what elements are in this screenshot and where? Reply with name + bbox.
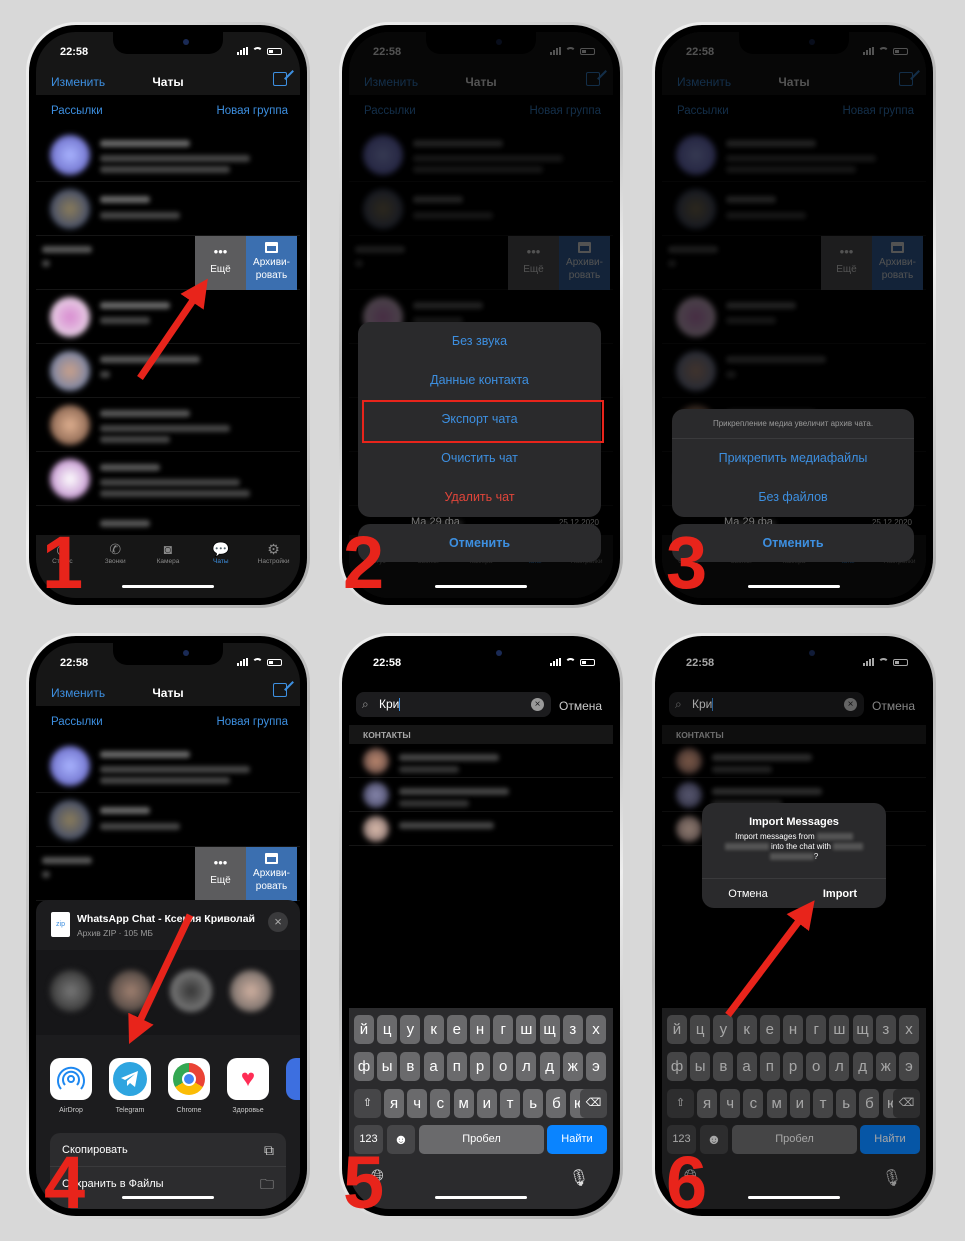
arrow-to-import xyxy=(725,900,815,1018)
annotation-arrows xyxy=(128,278,815,1044)
arrow-to-more xyxy=(137,278,208,380)
arrow-to-telegram xyxy=(128,913,194,1044)
